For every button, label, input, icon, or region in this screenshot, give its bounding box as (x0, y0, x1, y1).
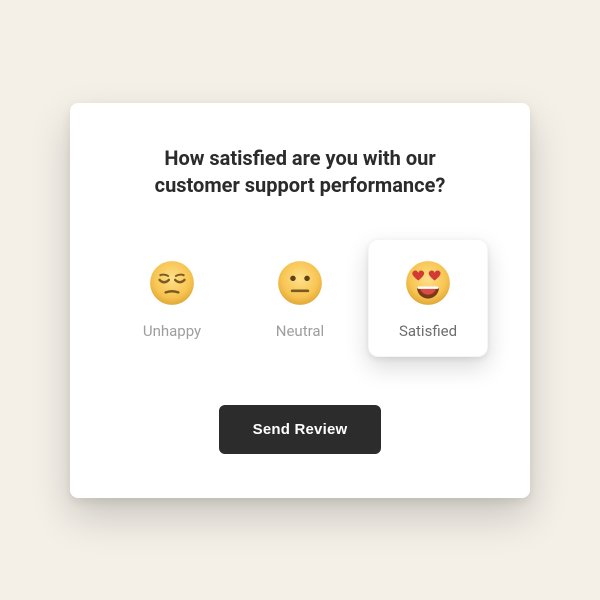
option-unhappy-label: Unhappy (143, 322, 201, 340)
option-satisfied[interactable]: Satisfied (368, 239, 488, 357)
option-neutral[interactable]: Neutral (240, 239, 360, 357)
feedback-card: How satisfied are you with our customer … (70, 103, 530, 498)
unhappy-emoji-icon (147, 258, 197, 308)
feedback-title: How satisfied are you with our customer … (130, 145, 470, 199)
option-neutral-label: Neutral (276, 322, 324, 340)
send-review-button[interactable]: Send Review (219, 405, 382, 454)
option-unhappy[interactable]: Unhappy (112, 239, 232, 357)
satisfied-emoji-icon (403, 258, 453, 308)
rating-options: Unhappy Neutral (100, 239, 500, 357)
neutral-emoji-icon (275, 258, 325, 308)
option-satisfied-label: Satisfied (399, 322, 457, 340)
